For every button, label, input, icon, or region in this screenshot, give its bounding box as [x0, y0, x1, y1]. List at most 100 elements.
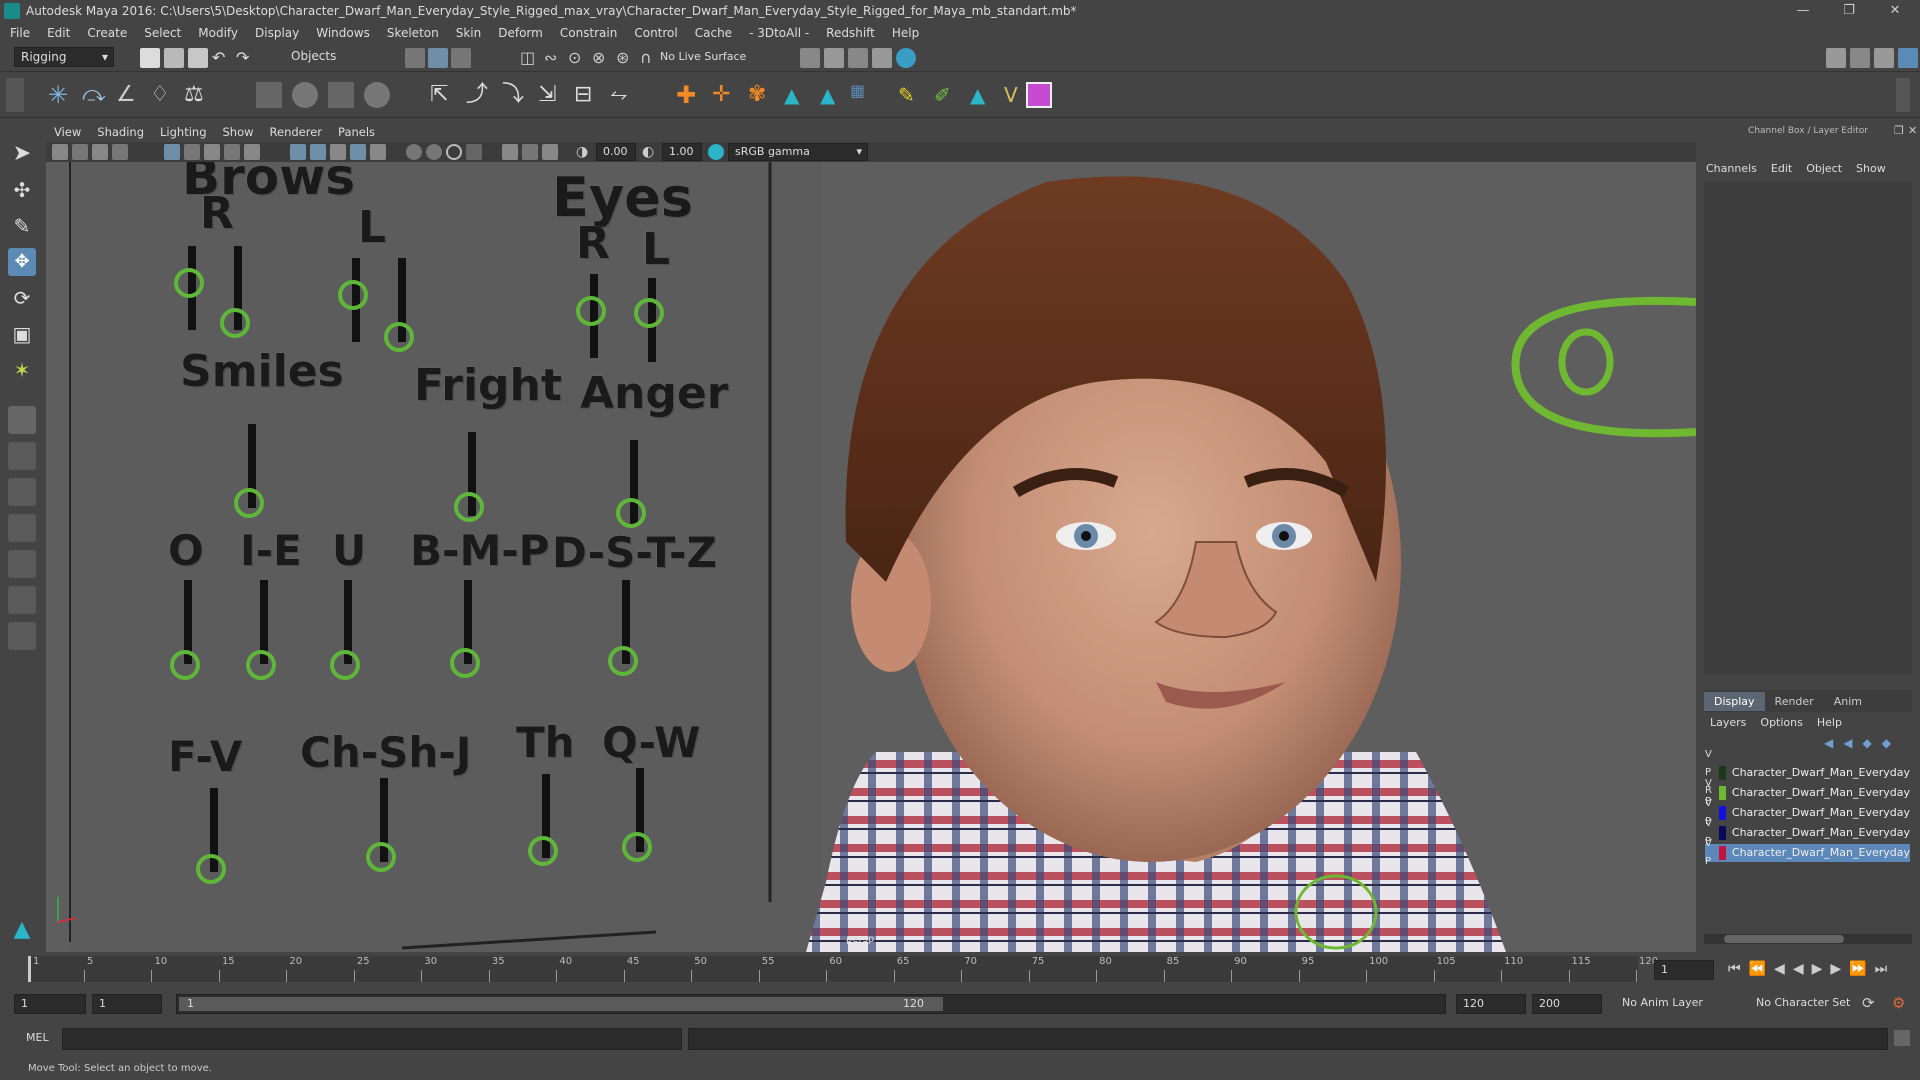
- tool-settings-icon[interactable]: [1874, 48, 1894, 68]
- viewport-persp[interactable]: Brows Eyes R L R L Smiles Fright Anger O…: [46, 162, 1696, 952]
- lasso-tool-icon[interactable]: ✣: [8, 176, 36, 204]
- rig-control-anger[interactable]: [616, 498, 646, 528]
- step-forward-key-icon[interactable]: ⏩: [1849, 961, 1866, 977]
- menu-windows[interactable]: Windows: [316, 26, 370, 40]
- layout-outliner-icon[interactable]: [8, 514, 36, 542]
- ipr-render-icon[interactable]: [848, 48, 868, 68]
- anim-layer-dropdown[interactable]: No Anim Layer: [1622, 996, 1703, 1009]
- rig-control-brow-r-inner[interactable]: [174, 268, 204, 298]
- field-chart-icon[interactable]: [244, 144, 260, 160]
- colorspace-dropdown[interactable]: sRGB gamma ▾: [728, 143, 868, 161]
- end-time-field[interactable]: 200: [1532, 994, 1602, 1014]
- layout-hypershade-icon[interactable]: [8, 586, 36, 614]
- new-scene-icon[interactable]: [140, 48, 160, 68]
- rig-control-fv[interactable]: [196, 854, 226, 884]
- layer-row[interactable]: V P R Character_Dwarf_Man_Everyday: [1705, 749, 1910, 796]
- snap-surface-icon[interactable]: ⊛: [616, 48, 636, 68]
- film-gate-icon[interactable]: [184, 144, 200, 160]
- menu-skeleton[interactable]: Skeleton: [387, 26, 439, 40]
- layer-tab-anim[interactable]: Anim: [1824, 692, 1872, 711]
- layout-custom-icon[interactable]: [8, 622, 36, 650]
- universal-manipulator-icon[interactable]: ✶: [8, 356, 36, 384]
- step-back-icon[interactable]: ◀: [1774, 961, 1785, 977]
- camera-attributes-icon[interactable]: [72, 144, 88, 160]
- layer-name[interactable]: Character_Dwarf_Man_Everyday: [1732, 844, 1910, 862]
- restore-icon[interactable]: ❐: [1826, 0, 1872, 22]
- channel-box-toggle-icon[interactable]: [1898, 48, 1918, 68]
- layer-menu-options[interactable]: Options: [1760, 716, 1802, 729]
- script-editor-icon[interactable]: [1894, 1030, 1910, 1046]
- xray-joints-icon[interactable]: [542, 144, 558, 160]
- selection-mode-dropdown[interactable]: Objects: [285, 47, 380, 67]
- layer-row-selected[interactable]: V P Character_Dwarf_Man_Everyday: [1705, 838, 1910, 867]
- channel-box-menu-object[interactable]: Object: [1806, 162, 1842, 175]
- menu-create[interactable]: Create: [87, 26, 127, 40]
- open-scene-icon[interactable]: [164, 48, 184, 68]
- rotate-tool-icon[interactable]: ⟳: [8, 284, 36, 312]
- rig-control-bmp[interactable]: [450, 648, 480, 678]
- range-slider-bar[interactable]: 1 120: [179, 997, 943, 1011]
- preferences-icon[interactable]: ⚙: [1892, 994, 1905, 1012]
- hik-control-icon[interactable]: ▦: [850, 82, 876, 108]
- start-time-field[interactable]: 1: [14, 994, 86, 1014]
- rig-control-u[interactable]: [330, 650, 360, 680]
- channel-box-menu-show[interactable]: Show: [1856, 162, 1886, 175]
- shelf-scroll-icon[interactable]: [1896, 78, 1910, 112]
- float-panel-icon[interactable]: ❐: [1894, 124, 1904, 137]
- scale-tool-icon[interactable]: ▣: [8, 320, 36, 348]
- paint-select-icon[interactable]: ✎: [8, 212, 36, 240]
- modeling-toolkit-icon[interactable]: [1826, 48, 1846, 68]
- layout-four-icon[interactable]: [8, 442, 36, 470]
- move-layer-down-icon[interactable]: ◀: [1843, 736, 1852, 750]
- menuset-dropdown[interactable]: Rigging ▾: [14, 47, 114, 67]
- lights-icon[interactable]: [370, 144, 386, 160]
- menu-deform[interactable]: Deform: [498, 26, 543, 40]
- layer-color-swatch[interactable]: [1719, 766, 1726, 780]
- menu-select[interactable]: Select: [144, 26, 181, 40]
- aim-constraint-icon[interactable]: ⤴: [466, 82, 492, 108]
- depth-of-field-icon[interactable]: [466, 144, 482, 160]
- grid-toggle-icon[interactable]: [164, 144, 180, 160]
- panel-menu-show[interactable]: Show: [223, 125, 254, 139]
- new-layer-selected-icon[interactable]: ◆: [1882, 736, 1891, 750]
- select-hierarchy-icon[interactable]: [405, 48, 425, 68]
- command-language-label[interactable]: MEL: [26, 1031, 49, 1044]
- scale-constraint-icon[interactable]: ⇲: [538, 82, 564, 108]
- xray-icon[interactable]: [522, 144, 538, 160]
- bind-skin-icon[interactable]: [256, 82, 282, 108]
- hik-character-icon[interactable]: ▲: [820, 82, 846, 108]
- mirror-joint-icon[interactable]: ⚖: [184, 82, 210, 108]
- snap-point-icon[interactable]: ⊙: [568, 48, 588, 68]
- exposure-icon[interactable]: ◑: [576, 144, 592, 160]
- rig-control-qw[interactable]: [622, 832, 652, 862]
- layer-row[interactable]: V P Character_Dwarf_Man_Everyday: [1705, 778, 1910, 807]
- range-slider-track[interactable]: 1 120: [176, 994, 1446, 1014]
- menu-file[interactable]: File: [10, 26, 30, 40]
- head-control-curve[interactable]: [1511, 296, 1697, 438]
- cluster-icon[interactable]: [364, 82, 390, 108]
- close-icon[interactable]: ✕: [1872, 0, 1918, 22]
- paint-weights-icon[interactable]: ✎: [898, 82, 924, 108]
- panel-menu-shading[interactable]: Shading: [97, 125, 144, 139]
- menu-display[interactable]: Display: [255, 26, 299, 40]
- layer-color-swatch[interactable]: [1719, 786, 1726, 800]
- rig-control-eye-l[interactable]: [634, 298, 664, 328]
- snap-view-icon[interactable]: ⊗: [592, 48, 612, 68]
- redo-icon[interactable]: ↷: [236, 48, 256, 68]
- current-time-indicator[interactable]: [28, 956, 31, 982]
- smooth-bind-icon[interactable]: [292, 82, 318, 108]
- shelf-menu-icon[interactable]: [6, 78, 24, 112]
- new-layer-icon[interactable]: ◆: [1862, 736, 1871, 750]
- insert-joint-icon[interactable]: ♢: [150, 82, 176, 108]
- layer-color-swatch[interactable]: [1719, 806, 1726, 820]
- paint-skin-icon[interactable]: ✐: [934, 82, 960, 108]
- smooth-shade-icon[interactable]: [310, 144, 326, 160]
- image-plane-icon[interactable]: [112, 144, 128, 160]
- wireframe-icon[interactable]: [290, 144, 306, 160]
- menu-edit[interactable]: Edit: [47, 26, 70, 40]
- layer-name[interactable]: Character_Dwarf_Man_Everyday: [1732, 764, 1910, 782]
- current-frame-field[interactable]: 1: [1654, 960, 1714, 980]
- layer-menu-help[interactable]: Help: [1817, 716, 1842, 729]
- layer-color-swatch[interactable]: [1719, 826, 1726, 840]
- character-set-dropdown[interactable]: No Character Set: [1756, 996, 1850, 1009]
